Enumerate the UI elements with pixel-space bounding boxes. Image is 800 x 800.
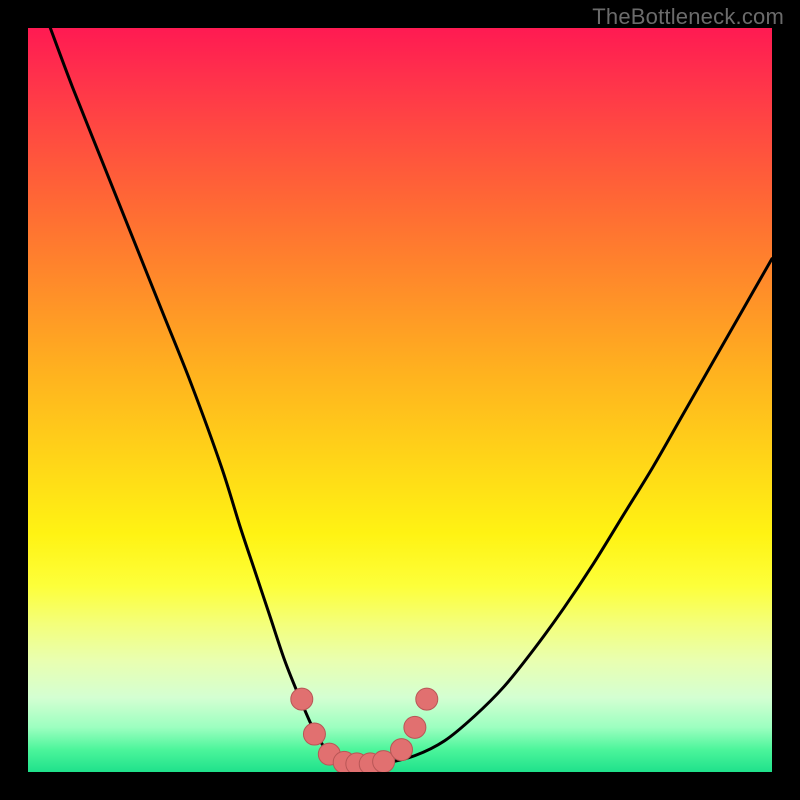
bottleneck-curve (50, 28, 772, 765)
marker-dot (404, 716, 426, 738)
chart-frame: TheBottleneck.com (0, 0, 800, 800)
marker-dot (303, 723, 325, 745)
watermark-text: TheBottleneck.com (592, 4, 784, 30)
highlighted-points (291, 688, 438, 772)
marker-dot (390, 739, 412, 761)
marker-dot (291, 688, 313, 710)
plot-area (28, 28, 772, 772)
curve-path (50, 28, 772, 765)
marker-dot (416, 688, 438, 710)
curve-layer (28, 28, 772, 772)
